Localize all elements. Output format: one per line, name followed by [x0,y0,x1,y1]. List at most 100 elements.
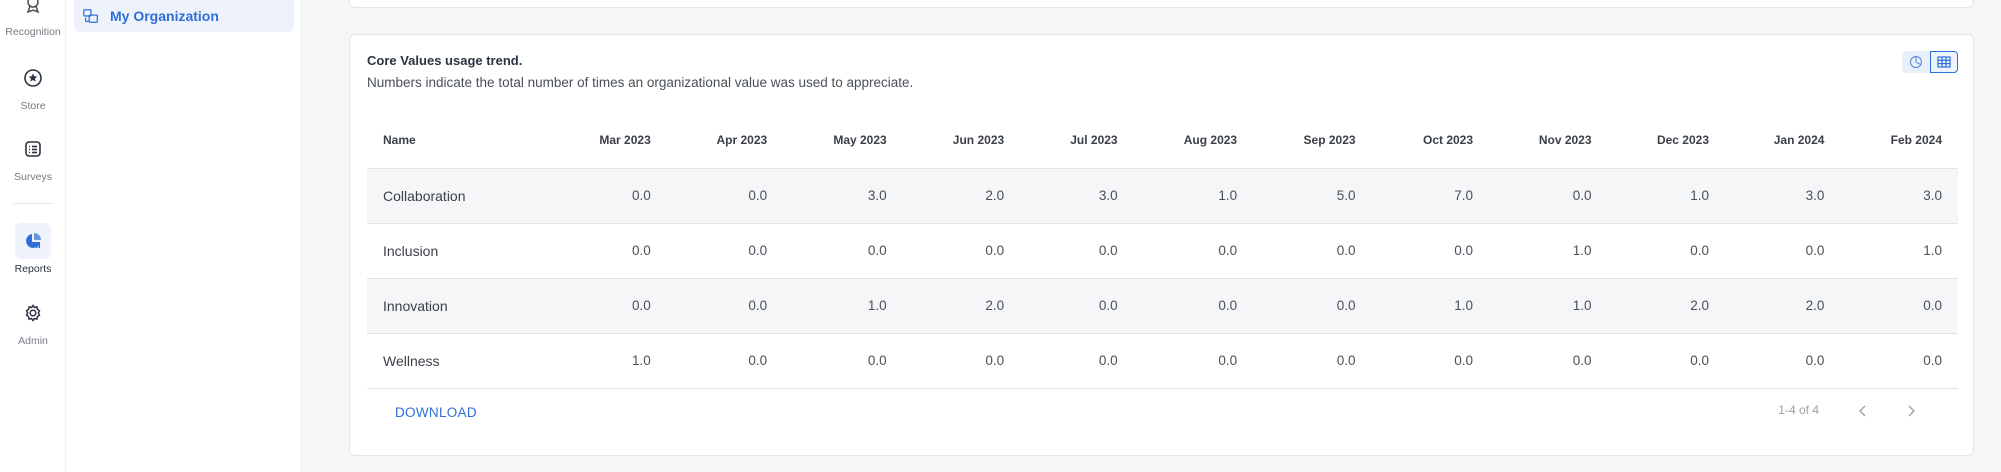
table-cell: 5.0 [1253,168,1372,224]
row-name-cell: Wellness [367,333,560,389]
rail-label: Recognition [5,26,61,38]
table-cell: 2.0 [1607,278,1725,334]
table-cell: 1.0 [783,278,903,334]
column-header[interactable]: Dec 2023 [1607,112,1725,169]
table-cell: 0.0 [666,278,784,334]
table-cell: 3.0 [783,168,903,224]
table-cell: 0.0 [1840,333,1958,389]
rail-item-store[interactable]: Store [0,60,66,112]
organization-icon [83,9,98,23]
table-cell: 1.0 [1489,223,1608,279]
next-page-button[interactable] [1899,399,1923,423]
table-cell: 3.0 [1840,168,1958,224]
column-header[interactable]: Jun 2023 [902,112,1021,169]
table-cell: 1.0 [1371,278,1490,334]
previous-report-card [349,0,1974,8]
table-cell: 0.0 [1725,223,1841,279]
table-cell: 0.0 [1020,333,1134,389]
table-cell: 0.0 [1133,278,1254,334]
column-header[interactable]: Jan 2024 [1725,112,1841,169]
table-cell: 2.0 [902,278,1021,334]
table-cell: 0.0 [902,223,1021,279]
table-cell: 2.0 [1725,278,1841,334]
table-cell: 3.0 [1725,168,1841,224]
column-header[interactable]: Oct 2023 [1371,112,1490,169]
survey-list-icon [15,131,51,167]
row-name-cell: Inclusion [367,223,560,279]
rail-label: Store [20,100,46,112]
table-row: Innovation 0.0 0.0 1.0 2.0 0.0 0.0 0.0 1… [367,278,1958,334]
core-values-trend-card: Core Values usage trend. Numbers indicat… [349,34,1974,456]
row-name-cell: Innovation [367,278,560,334]
chart-view-icon [1909,55,1923,69]
rail-label: Admin [18,335,48,347]
card-title: Core Values usage trend. [367,53,523,68]
column-header[interactable]: Apr 2023 [666,112,784,169]
rail-item-admin[interactable]: Admin [0,295,66,347]
table-view-button[interactable] [1930,51,1958,73]
row-name-cell: Collaboration [367,168,560,224]
table-cell: 0.0 [1489,333,1608,389]
table-cell: 1.0 [1607,168,1725,224]
table-cell: 0.0 [902,333,1021,389]
column-header[interactable]: Aug 2023 [1133,112,1254,169]
table-cell: 0.0 [1253,223,1372,279]
table-cell: 0.0 [1607,223,1725,279]
table-cell: 0.0 [1133,333,1254,389]
table-cell: 0.0 [1371,223,1490,279]
table-cell: 0.0 [559,278,667,334]
card-subtitle: Numbers indicate the total number of tim… [367,75,914,90]
table-cell: 0.0 [559,223,667,279]
table-cell: 7.0 [1371,168,1490,224]
column-header[interactable]: Nov 2023 [1489,112,1608,169]
pagination-info: 1-4 of 4 [1778,403,1819,417]
gear-icon [15,295,51,331]
table-cell: 0.0 [1020,223,1134,279]
star-circle-icon [15,60,51,96]
table-row: Collaboration 0.0 0.0 3.0 2.0 3.0 1.0 5.… [367,168,1958,224]
table-cell: 0.0 [1725,333,1841,389]
award-icon [15,0,51,22]
table-cell: 1.0 [1489,278,1608,334]
chevron-left-icon [1859,405,1866,417]
column-header[interactable]: May 2023 [783,112,903,169]
table-cell: 0.0 [783,223,903,279]
table-cell: 1.0 [1133,168,1254,224]
column-header[interactable]: Mar 2023 [559,112,667,169]
view-toggle [1902,51,1958,73]
table-header-row: Name Mar 2023 Apr 2023 May 2023 Jun 2023… [367,112,1958,169]
table-cell: 0.0 [1840,278,1958,334]
chart-view-button[interactable] [1902,51,1930,73]
column-header-name[interactable]: Name [367,112,560,169]
table-row: Inclusion 0.0 0.0 0.0 0.0 0.0 0.0 0.0 0.… [367,223,1958,279]
column-header[interactable]: Sep 2023 [1253,112,1372,169]
table-cell: 0.0 [1253,333,1372,389]
rail-item-reports[interactable]: Reports [0,223,66,275]
table-cell: 2.0 [902,168,1021,224]
table-cell: 0.0 [1020,278,1134,334]
chevron-right-icon [1908,405,1915,417]
table-cell: 0.0 [1253,278,1372,334]
rail-label: Reports [14,263,52,275]
rail-item-surveys[interactable]: Surveys [0,131,66,183]
column-header[interactable]: Jul 2023 [1020,112,1134,169]
left-nav-rail: Recognition Store Surveys Reports Admin [0,0,66,472]
rail-label: Surveys [14,171,52,183]
table-view-icon [1937,56,1951,68]
reports-submenu: My Organization [66,0,300,472]
table-cell: 3.0 [1020,168,1134,224]
table-cell: 0.0 [1371,333,1490,389]
table-row: Wellness 1.0 0.0 0.0 0.0 0.0 0.0 0.0 0.0… [367,333,1958,389]
column-header[interactable]: Feb 2024 [1840,112,1958,169]
table-cell: 0.0 [666,223,784,279]
previous-page-button[interactable] [1851,399,1875,423]
table-cell: 0.0 [1133,223,1254,279]
submenu-item-my-organization[interactable]: My Organization [74,0,294,32]
pie-chart-icon [15,223,51,259]
submenu-item-label: My Organization [110,8,219,24]
table-cell: 0.0 [666,168,784,224]
rail-item-recognition[interactable]: Recognition [0,0,66,38]
table-cell: 0.0 [783,333,903,389]
download-button[interactable]: DOWNLOAD [395,405,477,420]
core-values-table: Name Mar 2023 Apr 2023 May 2023 Jun 2023… [367,112,1958,389]
